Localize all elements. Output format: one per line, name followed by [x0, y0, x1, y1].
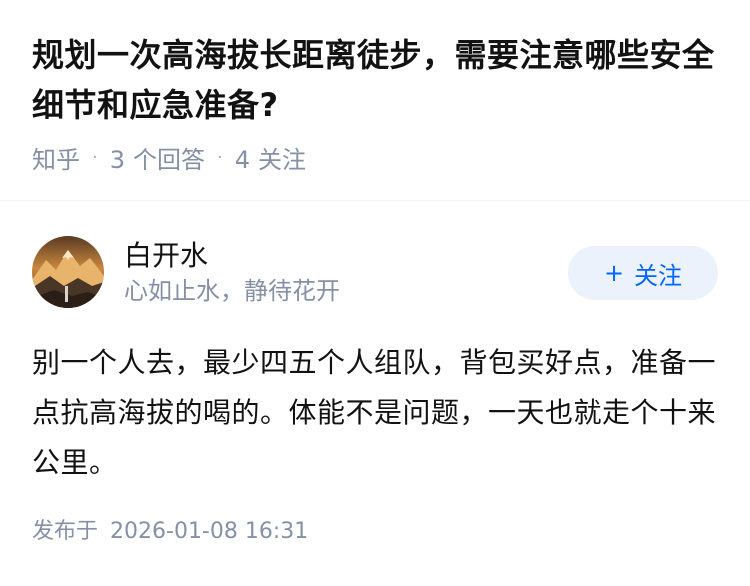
source-label[interactable]: 知乎: [32, 140, 80, 175]
publish-label: 发布于: [32, 519, 99, 544]
author-info: 白开水 心如止水，静待花开: [124, 237, 340, 307]
answer-count: 3: [109, 145, 126, 174]
publish-time: 2026-01-08 16:31: [110, 519, 309, 544]
avatar[interactable]: [32, 236, 104, 308]
page: 规划一次高海拔长距离徒步，需要注意哪些安全细节和应急准备? 知乎 · 3 个回答 …: [0, 0, 750, 586]
answer-count-label: 个回答: [133, 145, 206, 174]
separator-dot: ·: [217, 146, 223, 168]
follower-count-label: 关注: [258, 145, 307, 174]
answer-content: 别一个人去，最少四五个人组队，背包买好点，准备一点抗高海拔的喝的。体能不是问题，…: [32, 346, 717, 479]
publish-info: 发布于 2026-01-08 16:31: [32, 514, 308, 550]
answer-card: 白开水 心如止水，静待花开 + 关注 别一个人去，最少四五个人组队，背包买好点，…: [32, 236, 718, 488]
author-name[interactable]: 白开水: [124, 237, 340, 275]
question-title[interactable]: 规划一次高海拔长距离徒步，需要注意哪些安全细节和应急准备?: [32, 30, 718, 130]
question-header: 规划一次高海拔长距离徒步，需要注意哪些安全细节和应急准备? 知乎 · 3 个回答 …: [0, 0, 750, 174]
separator-dot: ·: [92, 146, 98, 168]
author-bio: 心如止水，静待花开: [124, 277, 340, 305]
answer-count-link[interactable]: 3 个回答: [110, 140, 205, 175]
follower-count-link[interactable]: 4 关注: [235, 140, 306, 175]
author-row: 白开水 心如止水，静待花开 + 关注: [32, 236, 718, 308]
mountain-landscape-avatar-icon: [32, 236, 104, 308]
follow-button[interactable]: + 关注: [568, 246, 718, 300]
plus-icon: +: [603, 259, 625, 287]
follow-button-label: 关注: [634, 261, 683, 290]
follower-count: 4: [234, 145, 251, 174]
question-meta: 知乎 · 3 个回答 · 4 关注: [32, 140, 718, 174]
section-divider: [0, 200, 750, 201]
